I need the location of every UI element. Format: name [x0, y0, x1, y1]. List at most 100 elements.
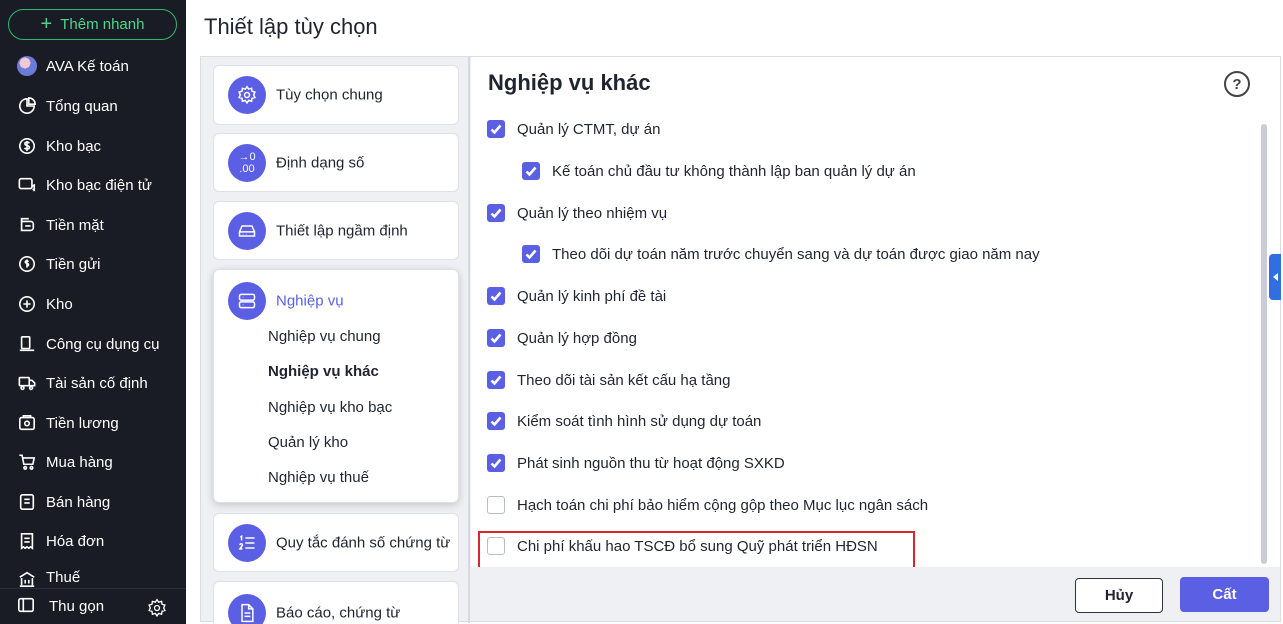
option-investor-accounting[interactable]: Kế toán chủ đầu tư không thành lập ban q…: [522, 162, 916, 180]
number-format-icon: →0 .00: [228, 143, 266, 182]
option-label: Quản lý kinh phí đề tài: [517, 287, 667, 305]
action-bar: Hủy Cất: [471, 567, 1280, 621]
sidebar-item-cash[interactable]: Tiền mặt: [17, 213, 104, 237]
warehouse-icon: [17, 294, 37, 314]
plus-icon: +: [40, 12, 53, 35]
collapse-button[interactable]: Thu gọn: [17, 596, 104, 618]
option-label: Hạch toán chi phí bảo hiểm cộng gộp theo…: [517, 496, 929, 514]
avatar: [17, 56, 37, 76]
sidebar-item-tax[interactable]: Thuế: [17, 569, 80, 587]
side-panel-toggle[interactable]: [1269, 254, 1281, 300]
submenu-general-business[interactable]: Nghiệp vụ chung: [268, 328, 381, 345]
checkbox-unchecked[interactable]: [487, 496, 505, 514]
checkbox-checked[interactable]: [487, 371, 505, 389]
chart-pie-icon: [17, 96, 37, 116]
collapse-label: Thu gọn: [49, 598, 105, 615]
submenu-warehouse-management[interactable]: Quản lý kho: [268, 434, 348, 451]
sidebar-item-label: Tiền mặt: [46, 216, 104, 234]
cart-icon: [17, 452, 37, 472]
checkbox-checked[interactable]: [487, 287, 505, 305]
menu-default-settings[interactable]: Thiết lập ngầm định: [213, 201, 459, 260]
checkbox-checked[interactable]: [522, 245, 540, 263]
gear-icon[interactable]: [147, 598, 167, 618]
option-label: Kế toán chủ đầu tư không thành lập ban q…: [552, 162, 916, 180]
sidebar-item-label: AVA Kế toán: [46, 57, 129, 75]
option-insurance-cost[interactable]: Hạch toán chi phí bảo hiểm cộng gộp theo…: [487, 496, 928, 514]
quick-add-label: Thêm nhanh: [60, 16, 145, 33]
option-task-management[interactable]: Quản lý theo nhiệm vụ: [487, 204, 667, 222]
tax-icon: [17, 569, 37, 587]
option-label: Kiểm soát tình hình sử dụng dự toán: [517, 412, 762, 430]
sidebar-item-e-treasury[interactable]: Kho bạc điện tử: [17, 173, 152, 197]
submenu-other-business[interactable]: Nghiệp vụ khác: [268, 363, 379, 380]
menu-business[interactable]: Nghiệp vụ Nghiệp vụ chung Nghiệp vụ khác…: [213, 269, 459, 503]
menu-general-options[interactable]: Tùy chọn chung: [213, 65, 459, 125]
option-contract-management[interactable]: Quản lý hợp đồng: [487, 329, 637, 347]
checkbox-checked[interactable]: [487, 454, 505, 472]
option-business-revenue[interactable]: Phát sinh nguồn thu từ hoạt động SXKD: [487, 454, 785, 472]
submenu-tax-business[interactable]: Nghiệp vụ thuế: [268, 469, 369, 486]
help-icon[interactable]: ?: [1224, 71, 1250, 97]
option-label: Quản lý hợp đồng: [517, 329, 637, 347]
sidebar-item-label: Bán hàng: [46, 493, 111, 511]
save-button[interactable]: Cất: [1180, 577, 1269, 612]
submenu-treasury-business[interactable]: Nghiệp vụ kho bạc: [268, 399, 392, 416]
option-infrastructure-assets[interactable]: Theo dõi tài sản kết cấu hạ tầng: [487, 371, 730, 389]
option-label: Chi phí khấu hao TSCĐ bổ sung Quỹ phát t…: [517, 537, 878, 555]
checkbox-checked[interactable]: [487, 120, 505, 138]
numbered-list-icon: [228, 523, 266, 562]
quick-add-button[interactable]: + Thêm nhanh: [8, 9, 177, 40]
document-icon: [228, 594, 266, 624]
section-title: Nghiệp vụ khác: [488, 70, 651, 95]
card-dollar-icon: [17, 175, 37, 195]
option-ctmt-project[interactable]: Quản lý CTMT, dự án: [487, 120, 660, 138]
menu-label: Thiết lập ngầm định: [276, 222, 408, 239]
checkbox-checked[interactable]: [522, 162, 540, 180]
option-estimate-tracking[interactable]: Theo dõi dự toán năm trước chuyển sang v…: [522, 245, 1040, 263]
sidebar-item-warehouse[interactable]: Kho: [17, 292, 73, 316]
sidebar-item-tools[interactable]: Công cụ dụng cụ: [17, 332, 159, 356]
invoice-icon: [17, 531, 37, 551]
option-depreciation-fund[interactable]: Chi phí khấu hao TSCĐ bổ sung Quỹ phát t…: [487, 537, 878, 555]
payroll-icon: [17, 413, 37, 433]
menu-reports-documents[interactable]: Báo cáo, chứng từ: [213, 581, 459, 624]
menu-label: Quy tắc đánh số chứng từ: [276, 534, 451, 551]
dollar-icon: [17, 136, 37, 156]
sidebar-item-label: Tài sản cố định: [46, 374, 148, 392]
menu-divider: [468, 57, 470, 623]
cancel-button[interactable]: Hủy: [1075, 578, 1163, 613]
sidebar-item-fixed-assets[interactable]: Tài sản cố định: [17, 371, 148, 395]
sidebar-item-payroll[interactable]: Tiền lương: [17, 411, 119, 435]
sidebar-item-invoice[interactable]: Hóa đơn: [17, 529, 104, 553]
sidebar-item-ava[interactable]: AVA Kế toán: [17, 54, 129, 78]
vertical-scrollbar[interactable]: [1261, 124, 1267, 564]
menu-document-numbering[interactable]: Quy tắc đánh số chứng từ: [213, 513, 459, 572]
truck-icon: [17, 373, 37, 393]
sidebar-item-sales[interactable]: Bán hàng: [17, 490, 110, 514]
menu-number-format[interactable]: →0 .00 Định dạng số: [213, 133, 459, 192]
option-label: Theo dõi tài sản kết cấu hạ tầng: [517, 371, 731, 389]
menu-label: Tùy chọn chung: [276, 86, 383, 104]
gear-icon: [228, 76, 266, 114]
drive-icon: [228, 211, 266, 250]
sidebar-item-overview[interactable]: Tổng quan: [17, 94, 118, 118]
chevron-left-icon: [1272, 273, 1278, 281]
sidebar-item-label: Kho bạc: [46, 137, 102, 155]
sidebar-item-label: Tiền gửi: [46, 255, 101, 273]
sidebar-item-deposit[interactable]: Tiền gửi: [17, 252, 101, 276]
deposit-icon: [17, 254, 37, 274]
checkbox-checked[interactable]: [487, 412, 505, 430]
server-icon: [228, 282, 266, 320]
checkbox-checked[interactable]: [487, 204, 505, 222]
sidebar-item-label: Kho: [46, 295, 73, 313]
sidebar-item-label: Tổng quan: [46, 97, 118, 115]
checkbox-checked[interactable]: [487, 329, 505, 347]
option-label: Quản lý theo nhiệm vụ: [517, 204, 668, 222]
checkbox-unchecked[interactable]: [487, 537, 505, 555]
option-estimate-control[interactable]: Kiểm soát tình hình sử dụng dự toán: [487, 412, 761, 430]
menu-label: Báo cáo, chứng từ: [276, 604, 401, 622]
main: Thiết lập tùy chọn Tùy chọn chung →0 .00…: [186, 0, 1283, 624]
sidebar-item-treasury[interactable]: Kho bạc: [17, 134, 101, 158]
sidebar-item-purchase[interactable]: Mua hàng: [17, 450, 113, 474]
option-research-funding[interactable]: Quản lý kinh phí đề tài: [487, 287, 666, 305]
